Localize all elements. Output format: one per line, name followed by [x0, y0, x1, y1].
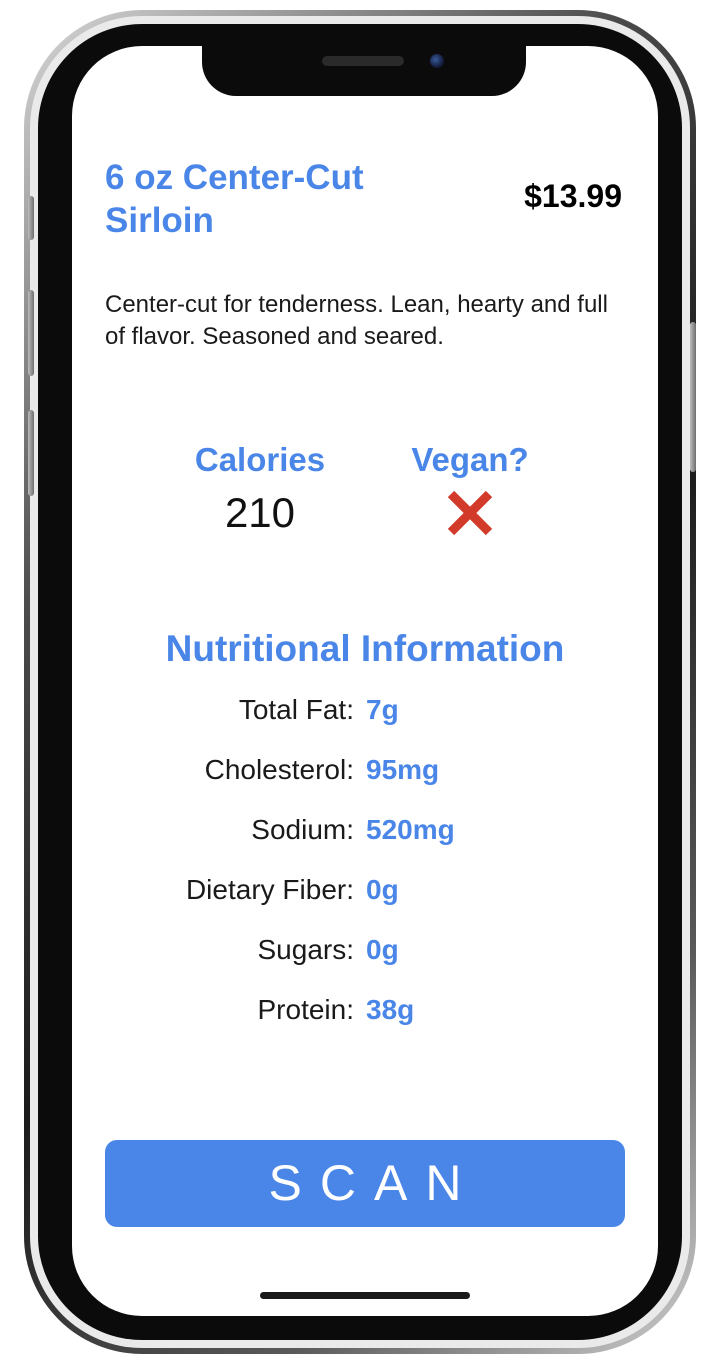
nutrition-value: 7g	[366, 694, 399, 725]
app-screen: 6 oz Center-Cut Sirloin $13.99 Center-cu…	[72, 46, 658, 1316]
nutrition-label: Dietary Fiber:	[185, 874, 354, 905]
calories-value: 210	[224, 489, 296, 536]
power-button	[690, 322, 696, 472]
nutrition-value: 0g	[366, 874, 399, 905]
item-price: $13.99	[524, 178, 622, 214]
nutrition-label: Sodium:	[251, 814, 354, 845]
item-title: 6 oz Center-Cut Sirloin	[105, 158, 364, 240]
volume-up-button	[28, 290, 34, 376]
nutrition-row: Sugars: 0g	[72, 928, 658, 988]
nutrition-value: 95mg	[366, 754, 440, 785]
notch	[202, 46, 526, 96]
silent-switch	[28, 196, 34, 240]
nutrition-row: Protein: 38g	[72, 988, 658, 1048]
calories-label: Calories	[194, 441, 326, 478]
vegan-label: Vegan?	[411, 441, 529, 478]
speaker-grille	[322, 56, 404, 66]
calories-stat: Calories 210	[160, 440, 360, 538]
nutrition-row: Cholesterol: 95mg	[72, 748, 658, 808]
cross-mark-icon	[447, 490, 493, 536]
vegan-stat: Vegan?	[370, 440, 570, 538]
phone-mockup: 6 oz Center-Cut Sirloin $13.99 Center-cu…	[0, 0, 716, 1364]
nutrition-label: Cholesterol:	[204, 754, 354, 785]
scan-button[interactable]: SCAN	[105, 1140, 625, 1227]
item-description: Center-cut for tenderness. Lean, hearty …	[105, 291, 608, 350]
nutrition-title: Nutritional Information	[165, 628, 565, 669]
nutrition-label: Protein:	[257, 994, 355, 1025]
front-camera	[430, 54, 444, 68]
nutrition-label: Sugars:	[257, 934, 355, 965]
nutrition-value: 38g	[366, 994, 415, 1025]
nutrition-row: Sodium: 520mg	[72, 808, 658, 868]
nutrition-value: 520mg	[366, 814, 455, 845]
home-indicator[interactable]	[260, 1292, 470, 1299]
nutrition-list: Total Fat: 7g Cholesterol: 95mg Sodium: …	[72, 688, 658, 1048]
nutrition-row: Total Fat: 7g	[72, 688, 658, 748]
nutrition-value: 0g	[366, 934, 399, 965]
nutrition-row: Dietary Fiber: 0g	[72, 868, 658, 928]
nutrition-label: Total Fat:	[238, 694, 354, 725]
volume-down-button	[28, 410, 34, 496]
